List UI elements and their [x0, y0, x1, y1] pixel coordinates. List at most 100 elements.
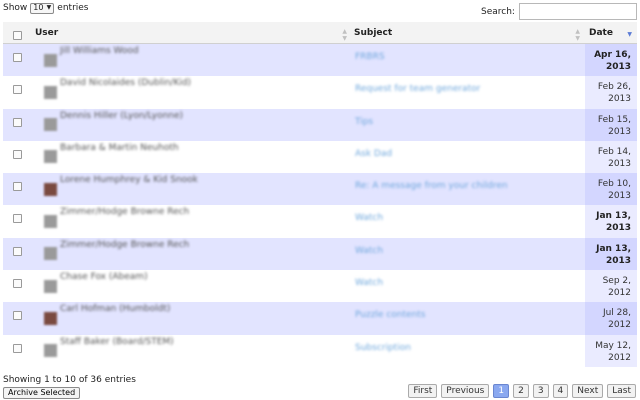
subject-link[interactable]: Tips [352, 109, 585, 127]
subject-link[interactable]: Request for team generator [352, 76, 585, 94]
subject-link[interactable]: FRBRS [352, 44, 585, 62]
avatar [44, 182, 57, 196]
subject-cell: Watch [352, 205, 585, 238]
sort-both-icon: ▲ ▼ [342, 28, 347, 42]
row-checkbox[interactable] [13, 53, 22, 62]
row-select-cell [3, 173, 33, 206]
date-cell: Sep 2, 2012 [585, 270, 637, 303]
table-row[interactable]: Zimmer/Hodge Browne Rech Watch Jan 13, 2013 [3, 237, 637, 271]
row-select-cell [3, 237, 33, 271]
date-month-day: Sep 2, [602, 276, 631, 287]
last-page-button[interactable]: Last [607, 384, 636, 398]
entries-length-select[interactable]: 10 ▼ [30, 2, 55, 14]
date-year: 2013 [605, 255, 631, 266]
avatar [44, 344, 57, 358]
entries-label: entries [57, 3, 89, 13]
subject-link[interactable]: Ask Dad [352, 141, 585, 159]
subject-link[interactable]: Subscription [352, 335, 585, 353]
row-checkbox[interactable] [13, 214, 22, 224]
search-input[interactable] [518, 3, 637, 20]
table-row[interactable]: Jill Williams Wood FRBRS Apr 16, 2013 [3, 43, 637, 77]
user-cell: Dennis Hiller (Lyon/Lyonne) [33, 108, 352, 141]
column-header-user[interactable]: User ▲ ▼ [33, 22, 352, 44]
column-header-subject[interactable]: Subject ▲ ▼ [352, 22, 585, 44]
search-label: Search: [481, 6, 515, 17]
entries-length-value: 10 [33, 3, 44, 12]
subject-cell: Request for team generator [352, 76, 585, 109]
date-cell: Jul 28, 2012 [585, 302, 637, 335]
subject-link[interactable]: Watch [352, 205, 585, 223]
length-control: Show 10 ▼ entries [3, 2, 89, 14]
column-label-user: User [35, 27, 59, 38]
show-label: Show [3, 3, 28, 13]
user-cell: Staff Baker (Board/STEM) [33, 334, 352, 367]
page-button-3[interactable]: 3 [532, 384, 549, 398]
messages-table: User ▲ ▼ Subject ▲ ▼ Date ▼ Jill Williams Woo… [3, 22, 637, 367]
table-row[interactable]: Lorene Humphrey & Kid Snook Re: A message… [3, 173, 637, 206]
table-row[interactable]: David Nicolaides (Dublin/Kid) Request for… [3, 76, 637, 109]
page-button-1[interactable]: 1 [493, 384, 510, 398]
date-cell: Feb 14, 2013 [585, 140, 637, 174]
user-name: Zimmer/Hodge Browne Rech [60, 207, 190, 218]
next-page-button[interactable]: Next [572, 384, 604, 398]
table-row[interactable]: Carl Hofman (Humboldt) Puzzle contents Jul… [3, 302, 637, 335]
date-cell: Apr 16, 2013 [585, 43, 637, 77]
date-cell: Jan 13, 2013 [585, 205, 637, 238]
table-row[interactable]: Chase Fox (Abeam) Watch Sep 2, 2012 [3, 270, 637, 303]
subject-link[interactable]: Watch [352, 238, 585, 256]
user-info: Dennis Hiller (Lyon/Lyonne) [33, 109, 352, 132]
date-year: 2013 [608, 191, 631, 202]
table-row[interactable]: Dennis Hiller (Lyon/Lyonne) Tips Feb 15, 20… [3, 108, 637, 141]
date-year: 2013 [608, 158, 631, 169]
row-checkbox[interactable] [13, 246, 22, 256]
select-all-header [3, 22, 33, 44]
user-cell: Chase Fox (Abeam) [33, 270, 352, 303]
date-month-day: Jul 28, [602, 308, 631, 319]
row-checkbox[interactable] [13, 311, 22, 321]
date-month-day: Jan 13, [596, 243, 631, 254]
date-month-day: May 12, [595, 340, 631, 351]
row-checkbox[interactable] [13, 279, 22, 289]
subject-link[interactable]: Puzzle contents [352, 302, 585, 320]
subject-link[interactable]: Re: A message from your children [352, 173, 585, 191]
row-checkbox[interactable] [13, 149, 22, 159]
avatar [44, 311, 57, 325]
date-value: Jul 28, 2012 [585, 302, 637, 331]
row-checkbox[interactable] [13, 182, 22, 192]
row-checkbox[interactable] [13, 343, 22, 353]
column-label-subject: Subject [354, 27, 393, 38]
date-month-day: Feb 14, [597, 146, 631, 157]
subject-cell: Puzzle contents [352, 302, 585, 335]
row-select-cell [3, 140, 33, 174]
column-header-date[interactable]: Date ▼ [585, 22, 637, 44]
user-name: Lorene Humphrey & Kid Snook [60, 175, 198, 186]
page-button-2[interactable]: 2 [513, 384, 529, 398]
row-checkbox[interactable] [13, 85, 22, 95]
date-value: Feb 10, 2013 [585, 173, 637, 202]
archive-selected-button[interactable]: Archive Selected [3, 387, 81, 399]
table-row[interactable]: Barbara & Martin Neuhoth Ask Dad Feb 14, 20… [3, 140, 637, 174]
first-page-button[interactable]: First [408, 384, 438, 398]
row-checkbox[interactable] [13, 117, 22, 127]
subject-cell: Watch [352, 270, 585, 303]
date-year: 2012 [608, 320, 631, 331]
date-month-day: Feb 15, [597, 114, 631, 125]
subject-link[interactable]: Watch [352, 270, 585, 288]
select-all-checkbox[interactable] [13, 31, 22, 40]
sort-desc-icon: ▼ [627, 31, 632, 38]
subject-cell: Re: A message from your children [352, 173, 585, 206]
table-row[interactable]: Zimmer/Hodge Browne Rech Watch Jan 13, 2013 [3, 205, 637, 238]
row-select-cell [3, 76, 33, 109]
subject-cell: FRBRS [352, 43, 585, 77]
user-name: Staff Baker (Board/STEM) [60, 336, 174, 347]
table-row[interactable]: Staff Baker (Board/STEM) Subscription May … [3, 334, 637, 367]
user-cell: Lorene Humphrey & Kid Snook [33, 173, 352, 206]
date-month-day: Apr 16, [594, 50, 631, 60]
page-button-4[interactable]: 4 [552, 384, 569, 398]
user-info: Zimmer/Hodge Browne Rech [33, 238, 352, 261]
date-month-day: Jan 13, [596, 211, 631, 222]
avatar [44, 53, 57, 67]
previous-page-button[interactable]: Previous [441, 384, 490, 398]
table-controls: Show 10 ▼ entries Search: [0, 0, 640, 22]
user-info: David Nicolaides (Dublin/Kid) [33, 76, 352, 99]
